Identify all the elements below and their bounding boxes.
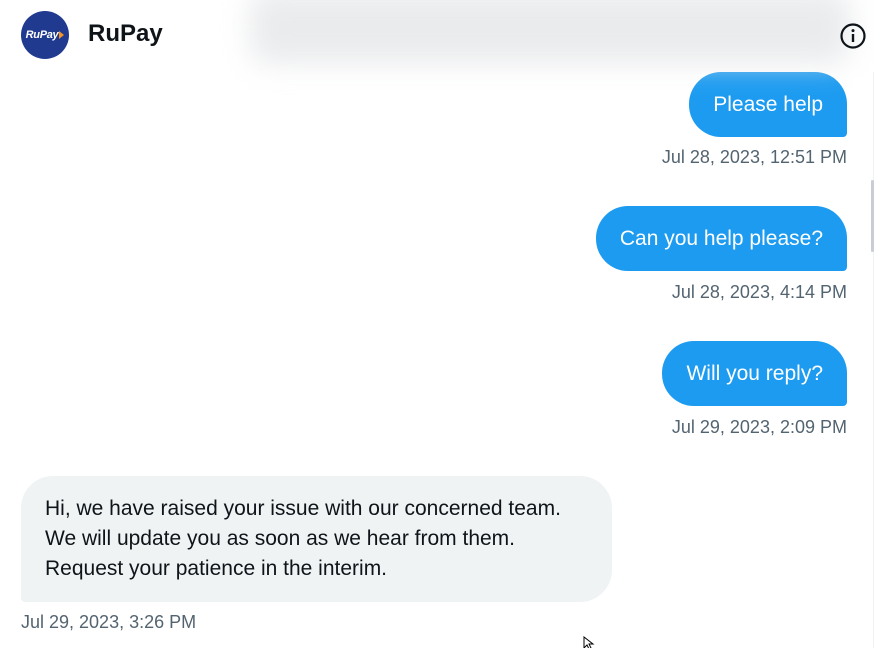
message-timestamp: Jul 29, 2023, 3:26 PM	[21, 612, 197, 632]
info-button[interactable]	[839, 22, 867, 50]
message-timestamp: Jul 28, 2023, 12:51 PM	[661, 147, 847, 167]
message-bubble-outgoing[interactable]: Please help	[689, 72, 847, 137]
dm-conversation: RuPay RuPay Please help Jul 28, 2023, 12…	[0, 0, 874, 648]
conversation-header: RuPay RuPay	[0, 0, 874, 72]
message-timestamp: Jul 29, 2023, 2:09 PM	[671, 417, 847, 437]
message-bubble-outgoing[interactable]: Will you reply?	[662, 341, 847, 406]
message-bubble-incoming[interactable]: Hi, we have raised your issue with our c…	[21, 476, 612, 602]
blurred-region	[250, 0, 850, 64]
account-name[interactable]: RuPay	[88, 20, 163, 48]
info-circle-icon	[840, 23, 866, 49]
message-bubble-outgoing[interactable]: Can you help please?	[595, 206, 847, 271]
mouse-pointer-icon	[583, 636, 595, 648]
message-timestamp: Jul 28, 2023, 4:14 PM	[671, 282, 847, 302]
avatar-logo-text: RuPay	[25, 29, 59, 41]
orange-arrow-icon	[59, 31, 65, 39]
avatar[interactable]: RuPay	[21, 11, 69, 59]
